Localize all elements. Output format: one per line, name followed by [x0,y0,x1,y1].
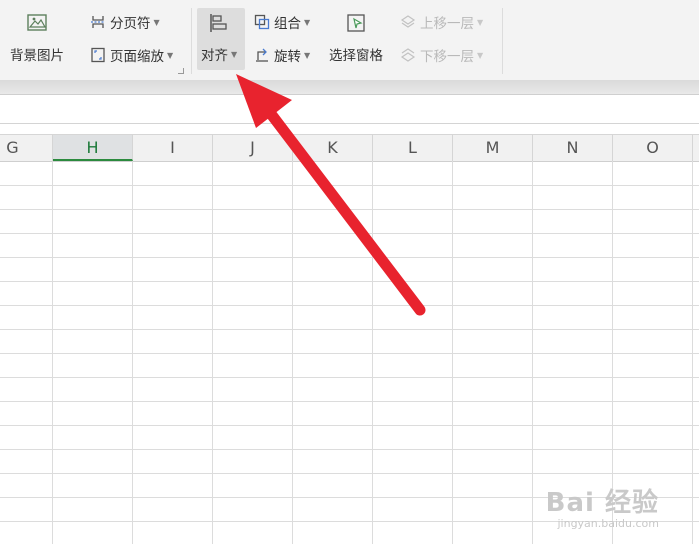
watermark-url: jingyan.baidu.com [557,517,659,530]
arrow-head [236,74,292,128]
baidu-jingyan-watermark: Bai 经验 jingyan.baidu.com [546,482,659,530]
arrow-shaft [262,104,426,316]
watermark-brand: Bai 经验 [545,488,659,518]
red-arrow-annotation [236,74,426,316]
